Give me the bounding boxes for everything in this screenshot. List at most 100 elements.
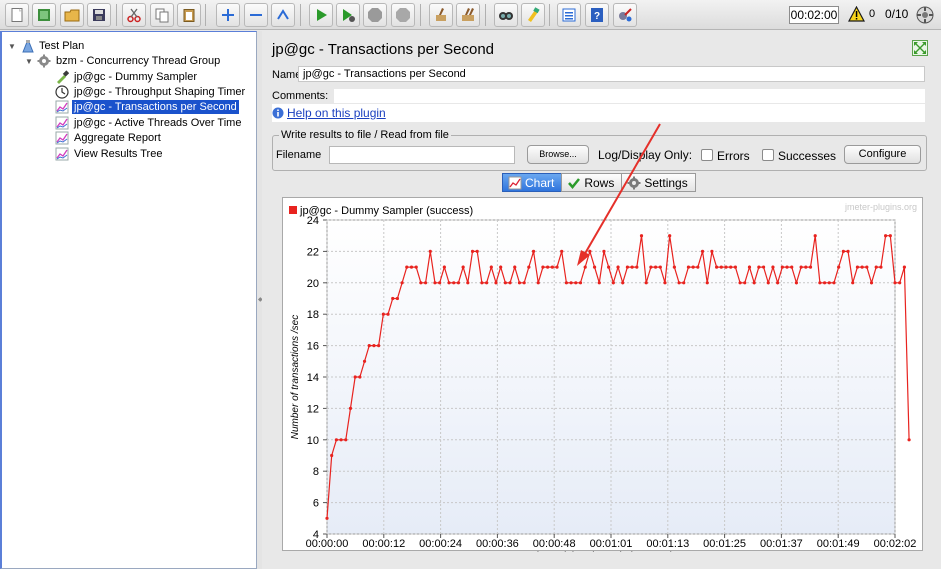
tree-item[interactable]: jp@gc - Transactions per Second <box>52 99 239 115</box>
data-point <box>738 281 742 285</box>
data-point <box>780 265 784 269</box>
data-point <box>747 265 752 269</box>
maximize-icon[interactable] <box>912 40 928 56</box>
file-group-title: Write results to file / Read from file <box>279 129 451 141</box>
stop-button[interactable] <box>363 3 387 27</box>
tab-label: Rows <box>584 175 615 190</box>
tab-settings[interactable]: Settings <box>621 173 696 192</box>
successes-label: Successes <box>778 149 837 163</box>
view-tabs: Chart Rows Settings <box>502 173 696 193</box>
y-tick-label: 10 <box>307 435 319 447</box>
gear-icon <box>37 54 51 68</box>
filename-input[interactable] <box>329 146 515 164</box>
tree-expanded-icon[interactable]: ▼ <box>7 42 17 51</box>
data-point <box>611 281 615 285</box>
clear-all-button[interactable] <box>456 3 480 27</box>
clear-button[interactable] <box>429 3 453 27</box>
graph-icon <box>55 147 69 161</box>
expand-button[interactable] <box>216 3 240 27</box>
data-point <box>822 281 827 285</box>
page-title: jp@gc - Transactions per Second <box>272 41 495 58</box>
data-point <box>583 265 587 269</box>
help-link[interactable]: Help on this plugin <box>287 106 386 120</box>
data-point <box>827 281 831 285</box>
collapse-button[interactable] <box>244 3 268 27</box>
data-point <box>757 265 761 269</box>
data-point <box>602 249 606 253</box>
split-pane-handle[interactable]: ◆ <box>258 296 263 303</box>
data-point <box>625 265 630 269</box>
data-point <box>419 281 423 285</box>
data-point <box>677 281 681 285</box>
open-button[interactable] <box>60 3 84 27</box>
toolbar-separator <box>420 4 421 26</box>
help-button[interactable]: ? <box>585 3 609 27</box>
tab-chart[interactable]: Chart <box>502 173 563 192</box>
gear-icon <box>627 176 641 189</box>
cut-button[interactable] <box>122 3 146 27</box>
clear-all-icon <box>462 8 474 21</box>
data-point <box>813 234 817 238</box>
expand-icon <box>222 9 234 21</box>
data-point <box>564 281 569 285</box>
data-point <box>386 312 390 316</box>
data-point <box>466 281 470 285</box>
x-tick-label: 00:00:00 <box>306 538 349 550</box>
tree-item[interactable]: jp@gc - Active Threads Over Time <box>52 115 243 131</box>
tree-item[interactable]: View Results Tree <box>52 146 164 162</box>
data-point <box>686 265 691 269</box>
browse-button[interactable]: Browse... <box>527 145 589 164</box>
data-point <box>433 281 437 285</box>
remote-status-icon[interactable] <box>916 6 934 24</box>
data-point <box>710 249 714 253</box>
test-plan-tree[interactable]: ▼ Test Plan ▼ bzm - Concurrency Thread Grou… <box>0 31 257 569</box>
start-button[interactable] <box>309 3 333 27</box>
data-point <box>893 281 897 285</box>
data-point <box>752 281 756 285</box>
tab-rows[interactable]: Rows <box>561 173 623 192</box>
x-tick-label: 00:01:01 <box>590 538 633 550</box>
remote-icon <box>619 8 632 22</box>
tree-item[interactable]: ▼ Test Plan <box>7 38 86 54</box>
data-point <box>663 281 667 285</box>
reset-search-button[interactable] <box>521 3 545 27</box>
new-icon <box>11 8 23 22</box>
toggle-button[interactable] <box>271 3 295 27</box>
errors-checkbox[interactable] <box>701 149 713 161</box>
comments-field[interactable] <box>334 89 925 103</box>
save-button[interactable] <box>87 3 111 27</box>
successes-checkbox[interactable] <box>762 149 774 161</box>
search-button[interactable] <box>494 3 518 27</box>
new-button[interactable] <box>5 3 29 27</box>
tree-item[interactable]: jp@gc - Throughput Shaping Timer <box>52 84 247 100</box>
tree-item[interactable]: jp@gc - Dummy Sampler <box>52 69 199 85</box>
toggle-icon <box>277 9 289 20</box>
function-helper-button[interactable] <box>557 3 581 27</box>
copy-button[interactable] <box>150 3 174 27</box>
legend-swatch <box>289 206 297 214</box>
data-point <box>409 265 414 269</box>
tree-item-label: bzm - Concurrency Thread Group <box>56 55 221 67</box>
tree-expanded-icon[interactable]: ▼ <box>24 57 34 66</box>
data-point <box>452 281 456 285</box>
graph-icon <box>55 100 69 114</box>
shutdown-button[interactable] <box>391 3 415 27</box>
configure-button[interactable]: Configure <box>844 145 921 164</box>
x-tick-label: 00:00:24 <box>419 538 462 550</box>
tree-item[interactable]: ▼ bzm - Concurrency Thread Group <box>24 53 222 69</box>
data-point <box>607 265 611 269</box>
paste-button[interactable] <box>177 3 201 27</box>
data-point <box>682 281 686 285</box>
templates-button[interactable] <box>32 3 56 27</box>
start-icon <box>317 9 327 21</box>
data-point <box>733 265 737 269</box>
warning-icon[interactable] <box>848 6 865 22</box>
tree-item[interactable]: Aggregate Report <box>52 130 163 146</box>
x-tick-label: 00:00:12 <box>362 538 405 550</box>
y-tick-label: 18 <box>307 309 319 321</box>
filename-label: Filename <box>276 149 322 161</box>
name-field[interactable]: jp@gc - Transactions per Second <box>298 66 925 82</box>
start-no-pauses-button[interactable] <box>336 3 360 27</box>
remote-button[interactable] <box>613 3 637 27</box>
data-point <box>630 265 634 269</box>
